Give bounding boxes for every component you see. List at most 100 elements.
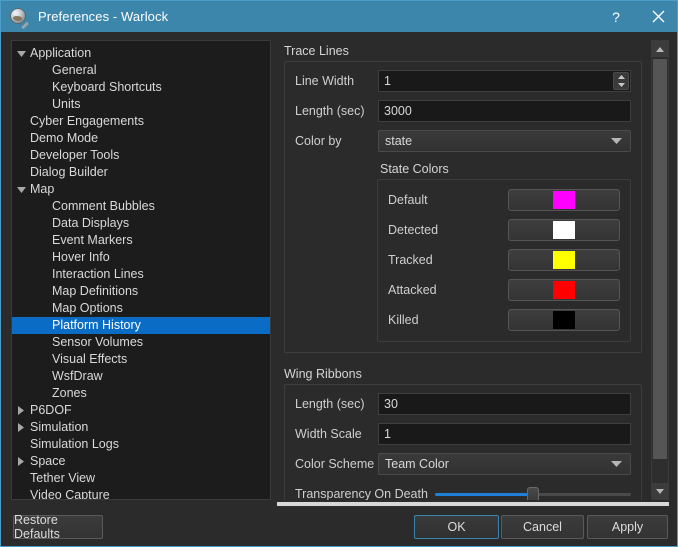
- sidebar-item-map[interactable]: Map: [12, 181, 270, 198]
- close-button[interactable]: [637, 1, 677, 32]
- chevron-down-icon[interactable]: [12, 45, 30, 62]
- sidebar-item-hover-info[interactable]: Hover Info: [12, 249, 270, 266]
- ok-button[interactable]: OK: [414, 515, 499, 539]
- close-icon: [652, 10, 664, 23]
- sidebar-item-sensor-volumes[interactable]: Sensor Volumes: [12, 334, 270, 351]
- sidebar-item-keyboard-shortcuts[interactable]: Keyboard Shortcuts: [12, 79, 270, 96]
- sidebar-item-label: Data Displays: [52, 216, 130, 230]
- trace-lines-group: Line Width 1 Length (sec) 3000 Color by …: [284, 61, 642, 353]
- chevron-right-icon[interactable]: [12, 419, 30, 436]
- restore-defaults-button[interactable]: Restore Defaults: [13, 513, 103, 541]
- state-colors-section: State Colors Default Detected Tracked Attac…: [295, 160, 631, 342]
- settings-tree[interactable]: Application General Keyboard Shortcuts Unit…: [11, 40, 271, 500]
- color-picker-button[interactable]: [508, 189, 620, 211]
- sidebar-item-zones[interactable]: Zones: [12, 385, 270, 402]
- color-swatch: [553, 281, 575, 299]
- sidebar-item-data-displays[interactable]: Data Displays: [12, 215, 270, 232]
- transparency-slider[interactable]: [435, 483, 631, 500]
- scroll-down-button[interactable]: [652, 483, 668, 499]
- sidebar-item-developer-tools[interactable]: Developer Tools: [12, 147, 270, 164]
- color-picker-button[interactable]: [508, 279, 620, 301]
- color-picker-button[interactable]: [508, 249, 620, 271]
- sidebar-item-tether-view[interactable]: Tether View: [12, 470, 270, 487]
- sidebar-item-label: Developer Tools: [30, 148, 120, 162]
- line-width-input[interactable]: 1: [378, 70, 631, 92]
- sidebar-item-map-definitions[interactable]: Map Definitions: [12, 283, 270, 300]
- apply-button[interactable]: Apply: [587, 515, 668, 539]
- color-swatch: [553, 191, 575, 209]
- color-scheme-select[interactable]: Team Color: [378, 453, 631, 475]
- chevron-down-icon: [611, 138, 622, 144]
- chevron-down-icon: [656, 488, 664, 494]
- trace-length-input[interactable]: 3000: [378, 100, 631, 122]
- sidebar-item-simulation[interactable]: Simulation: [12, 419, 270, 436]
- sidebar-item-label: Dialog Builder: [30, 165, 108, 179]
- sidebar-item-units[interactable]: Units: [12, 96, 270, 113]
- sidebar-item-label: Units: [52, 97, 81, 111]
- chevron-right-icon[interactable]: [12, 402, 30, 419]
- chevron-down-icon[interactable]: [12, 181, 30, 198]
- sidebar-item-map-options[interactable]: Map Options: [12, 300, 270, 317]
- sidebar-item-label: Interaction Lines: [52, 267, 144, 281]
- chevron-up-icon: [617, 75, 625, 79]
- sidebar-item-cyber-engagements[interactable]: Cyber Engagements: [12, 113, 270, 130]
- sidebar-item-dialog-builder[interactable]: Dialog Builder: [12, 164, 270, 181]
- stepper-up-button[interactable]: [614, 73, 628, 81]
- question-mark-icon: ?: [612, 8, 620, 25]
- cancel-button[interactable]: Cancel: [501, 515, 584, 539]
- sidebar-item-space[interactable]: Space: [12, 453, 270, 470]
- slider-fill: [435, 493, 533, 496]
- state-color-label: Tracked: [388, 253, 433, 267]
- sidebar-item-label: Cyber Engagements: [30, 114, 144, 128]
- width-scale-input[interactable]: 1: [378, 423, 631, 445]
- sidebar-item-label: Tether View: [30, 471, 96, 485]
- color-picker-button[interactable]: [508, 309, 620, 331]
- color-swatch: [553, 311, 575, 329]
- sidebar-item-label: P6DOF: [30, 403, 72, 417]
- sidebar-item-demo-mode[interactable]: Demo Mode: [12, 130, 270, 147]
- sidebar-item-interaction-lines[interactable]: Interaction Lines: [12, 266, 270, 283]
- chevron-right-icon[interactable]: [12, 453, 30, 470]
- width-scale-row: Width Scale 1: [295, 423, 631, 445]
- state-colors-group: Default Detected Tracked Attacked Killed: [377, 179, 631, 342]
- sidebar-item-wsfdraw[interactable]: WsfDraw: [12, 368, 270, 385]
- chevron-down-icon: [611, 461, 622, 467]
- ribbon-length-input[interactable]: 30: [378, 393, 631, 415]
- sidebar-item-platform-history[interactable]: Platform History: [12, 317, 270, 334]
- sidebar-item-video-capture[interactable]: Video Capture: [12, 487, 270, 499]
- state-color-label: Default: [388, 193, 428, 207]
- state-color-label: Detected: [388, 223, 439, 237]
- preferences-dialog: Preferences - Warlock ? Application Gener…: [0, 0, 678, 547]
- page-vertical-scrollbar[interactable]: [651, 40, 669, 500]
- sidebar-item-p6dof[interactable]: P6DOF: [12, 402, 270, 419]
- sidebar-item-comment-bubbles[interactable]: Comment Bubbles: [12, 198, 270, 215]
- sidebar-item-label: Demo Mode: [30, 131, 99, 145]
- color-by-row: Color by state: [295, 130, 631, 152]
- sidebar-item-application[interactable]: Application: [12, 45, 270, 62]
- slider-handle[interactable]: [527, 487, 539, 500]
- color-picker-button[interactable]: [508, 219, 620, 241]
- sidebar-item-label: Keyboard Shortcuts: [52, 80, 162, 94]
- sidebar-item-general[interactable]: General: [12, 62, 270, 79]
- sidebar-item-label: Space: [30, 454, 66, 468]
- sidebar-item-event-markers[interactable]: Event Markers: [12, 232, 270, 249]
- settings-page-platform-history: Trace Lines Line Width 1 Length (sec) 30…: [277, 40, 669, 500]
- scroll-up-button[interactable]: [652, 41, 668, 57]
- scrollbar-thumb[interactable]: [653, 59, 667, 459]
- sidebar-item-simulation-logs[interactable]: Simulation Logs: [12, 436, 270, 453]
- help-button[interactable]: ?: [595, 1, 637, 32]
- color-by-select[interactable]: state: [378, 130, 631, 152]
- sidebar-item-visual-effects[interactable]: Visual Effects: [12, 351, 270, 368]
- sidebar-item-label: Simulation: [30, 420, 89, 434]
- trace-lines-title: Trace Lines: [284, 44, 349, 58]
- stepper-down-button[interactable]: [614, 81, 628, 89]
- sidebar-item-label: Comment Bubbles: [52, 199, 155, 213]
- trace-length-label: Length (sec): [295, 104, 365, 118]
- sidebar-item-label: Visual Effects: [52, 352, 128, 366]
- ribbon-length-label: Length (sec): [295, 397, 365, 411]
- line-width-stepper[interactable]: [613, 72, 629, 90]
- scrollbar-thumb-horizontal[interactable]: [277, 502, 669, 506]
- trace-length-value: 3000: [384, 104, 412, 118]
- sidebar-item-label: General: [52, 63, 97, 77]
- state-color-row: Tracked: [388, 249, 620, 271]
